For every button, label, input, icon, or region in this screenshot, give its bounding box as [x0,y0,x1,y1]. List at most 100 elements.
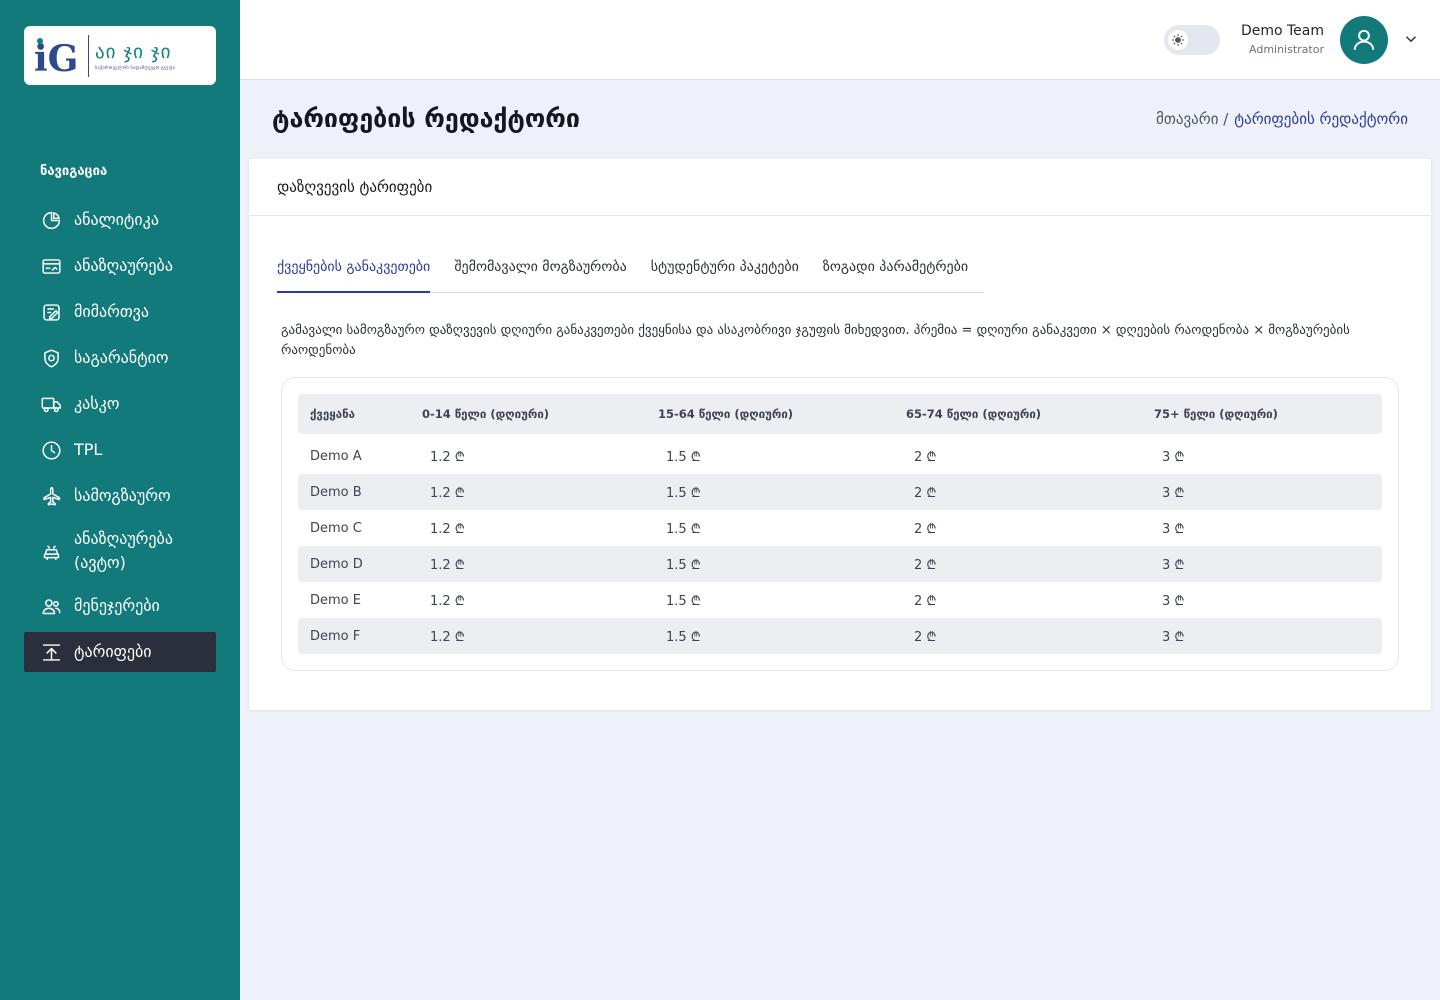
sidebar-item-referral[interactable]: მიმართვა [24,292,216,332]
table-cell: 2 ₾ [914,558,937,573]
truck-icon [40,393,62,415]
tab-inbound-travel[interactable]: შემომავალი მოგზაურობა [454,247,626,292]
sidebar-item-managers[interactable]: მენეჯერები [24,586,216,626]
table-cell: 1.5 ₾ [666,486,701,501]
breadcrumb-current: ტარიფების რედაქტორი [1234,110,1408,128]
table-cell: 3 ₾ [1162,558,1185,573]
shield-icon [40,347,62,369]
table-header-row: ქვეყანა 0-14 წელი (დღიური) 15-64 წელი (დ… [298,394,1382,434]
table-cell: 1.2 ₾ [430,450,465,465]
sidebar-item-label: ანაზღაურება (ავტო) [74,529,173,572]
sidebar-item-label: ანალიტიკა [74,210,159,229]
table-cell: 1.2 ₾ [430,522,465,537]
table-row[interactable]: Demo E 1.2 ₾ 1.5 ₾ 2 ₾ 3 ₾ [298,582,1382,618]
sidebar-item-label: მენეჯერები [74,596,160,615]
table-cell: 3 ₾ [1162,450,1185,465]
table-cell: 2 ₾ [914,522,937,537]
sidebar-item-label: ტარიფები [74,642,152,661]
theme-toggle[interactable] [1164,25,1220,55]
car-icon [40,540,62,562]
table-cell: 1.5 ₾ [666,630,701,645]
sidebar-item-label: ანაზღაურება [74,256,173,275]
table-cell: Demo B [310,484,362,500]
table-cell: 1.5 ₾ [666,522,701,537]
airplane-icon [40,485,62,507]
clock-icon [40,439,62,461]
tab-general-parameters[interactable]: ზოგადი პარამეტრები [823,247,968,292]
table-cell: 1.2 ₾ [430,558,465,573]
chevron-down-icon[interactable] [1402,30,1420,48]
card-title: დაზღვევის ტარიფები [249,159,1431,216]
table-cell: 3 ₾ [1162,522,1185,537]
table-cell: 1.5 ₾ [666,594,701,609]
sidebar-item-label: TPL [74,440,103,459]
upload-icon [40,641,62,663]
user-icon [1353,29,1375,50]
breadcrumb-home[interactable]: მთავარი / [1156,110,1228,128]
table-cell: 3 ₾ [1162,630,1185,645]
sidebar-item-tariffs[interactable]: ტარიფები [24,632,216,672]
table-cell: 1.2 ₾ [430,630,465,645]
column-header: ქვეყანა [310,407,356,421]
sidebar-item-label: კასკო [74,394,120,413]
logo-title: აი ჯი ჯი [95,40,172,63]
sidebar-item-reimbursement[interactable]: ანაზღაურება [24,246,216,286]
sidebar-item-auto-reimbursement[interactable]: ანაზღაურება (ავტო) [24,522,216,580]
logo-text: აი ჯი ჯი საქართველოს სადაზღვევო ჯგუფი [88,34,176,77]
user-role: Administrator [1249,43,1324,56]
tariffs-card: დაზღვევის ტარიფები ქვეყნების განაკვეთები… [249,159,1431,710]
avatar[interactable] [1340,16,1388,64]
nav-header: ნავიგაცია [40,164,108,179]
table-cell: 2 ₾ [914,486,937,501]
payment-card-icon [40,255,62,277]
rates-table: ქვეყანა 0-14 წელი (დღიური) 15-64 წელი (დ… [281,377,1399,671]
table-cell: 3 ₾ [1162,594,1185,609]
sidebar-item-guarantee[interactable]: საგარანტიო [24,338,216,378]
table-row[interactable]: Demo C 1.2 ₾ 1.5 ₾ 2 ₾ 3 ₾ [298,510,1382,546]
rates-description: გამავალი სამოგზაურო დაზღვევის დღიური გან… [281,323,1350,358]
column-header: 75+ წელი (დღიური) [1154,407,1278,421]
table-row[interactable]: Demo A 1.2 ₾ 1.5 ₾ 2 ₾ 3 ₾ [298,438,1382,474]
sun-icon [1168,30,1188,50]
users-icon [40,595,62,617]
table-cell: 2 ₾ [914,594,937,609]
table-cell: Demo A [310,448,362,464]
logo-mark-icon: iG [32,33,82,80]
sidebar-item-label: საგარანტიო [74,348,169,367]
table-cell: 1.5 ₾ [666,558,701,573]
table-cell: Demo E [310,592,361,608]
table-row[interactable]: Demo F 1.2 ₾ 1.5 ₾ 2 ₾ 3 ₾ [298,618,1382,654]
table-cell: 3 ₾ [1162,486,1185,501]
table-cell: Demo D [310,556,363,572]
table-cell: 2 ₾ [914,450,937,465]
table-cell: 1.2 ₾ [430,594,465,609]
pie-chart-icon [40,209,62,231]
table-row[interactable]: Demo D 1.2 ₾ 1.5 ₾ 2 ₾ 3 ₾ [298,546,1382,582]
table-cell: Demo C [310,520,362,536]
table-row[interactable]: Demo B 1.2 ₾ 1.5 ₾ 2 ₾ 3 ₾ [298,474,1382,510]
table-cell: 1.2 ₾ [430,486,465,501]
column-header: 15-64 წელი (დღიური) [658,407,794,421]
brand-logo[interactable]: iG აი ჯი ჯი საქართველოს სადაზღვევო ჯგუფი [24,26,216,85]
top-bar: Demo Team Administrator [240,0,1440,80]
column-header: 65-74 წელი (დღიური) [906,407,1042,421]
logo-subtitle: საქართველოს სადაზღვევო ჯგუფი [95,65,176,71]
breadcrumb: მთავარი / ტარიფების რედაქტორი [1156,110,1408,128]
sidebar: iG აი ჯი ჯი საქართველოს სადაზღვევო ჯგუფი… [0,0,240,1000]
table-cell: 2 ₾ [914,630,937,645]
page-title: ტარიფების რედაქტორი [272,104,580,133]
column-header: 0-14 წელი (დღიური) [422,407,550,421]
table-cell: 1.5 ₾ [666,450,701,465]
sidebar-item-label: სამოგზაურო [74,486,171,505]
tab-bar: ქვეყნების განაკვეთები შემომავალი მოგზაურ… [277,247,984,293]
sidebar-item-travel[interactable]: სამოგზაურო [24,476,216,516]
tab-student-packages[interactable]: სტუდენტური პაკეტები [651,247,799,292]
sidebar-item-label: მიმართვა [74,302,149,321]
sidebar-item-casco[interactable]: კასკო [24,384,216,424]
sidebar-item-analytics[interactable]: ანალიტიკა [24,200,216,240]
sidebar-item-tpl[interactable]: TPL [24,430,216,470]
tab-country-rates[interactable]: ქვეყნების განაკვეთები [277,247,431,293]
svg-text:iG: iG [34,38,78,79]
edit-document-icon [40,301,62,323]
table-cell: Demo F [310,628,361,644]
